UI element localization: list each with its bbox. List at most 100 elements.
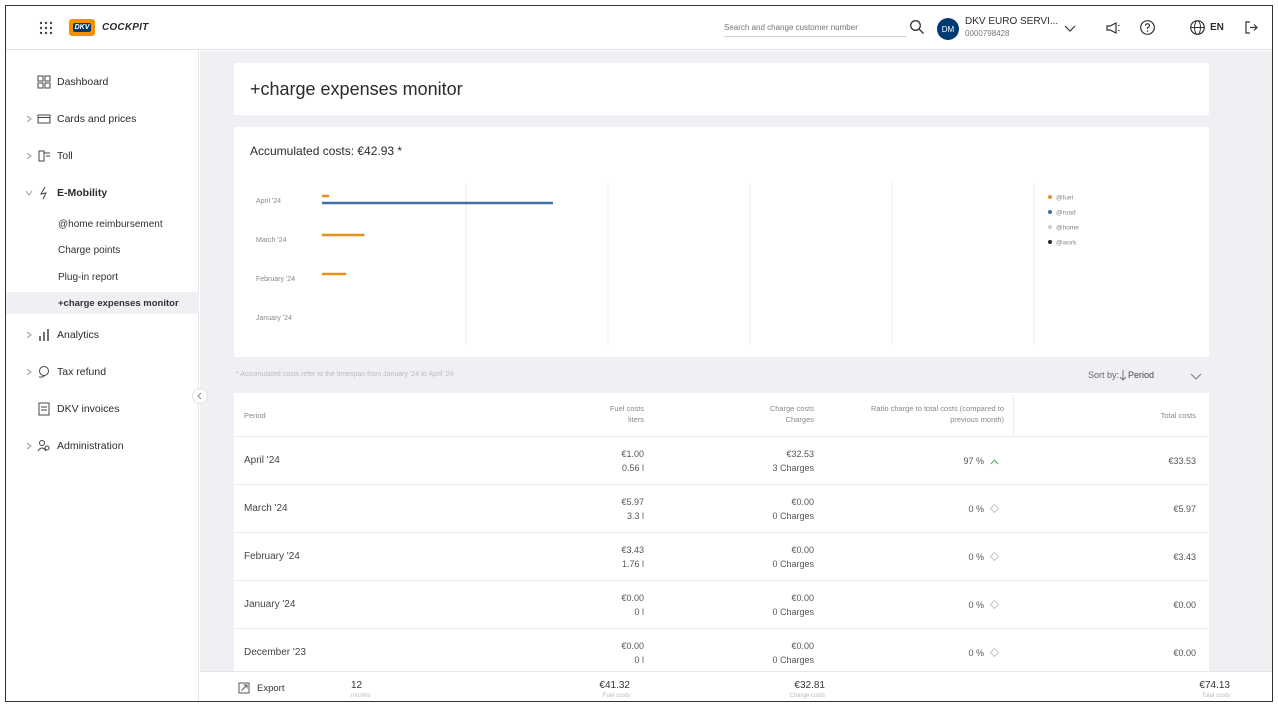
- cell-liters: 3.3 l: [626, 511, 644, 521]
- chevron-down-icon[interactable]: [1064, 22, 1076, 34]
- cell-fuel-cost: €1.00: [621, 449, 644, 459]
- cell-period: March '24: [244, 503, 288, 514]
- sidebar-subitem-charge-points[interactable]: Charge points: [6, 239, 199, 261]
- sidebar-item-label: DKV invoices: [57, 403, 120, 415]
- language-selector[interactable]: EN: [1210, 22, 1224, 33]
- column-header-period[interactable]: Period: [244, 410, 266, 421]
- cell-charge-cost: €0.00: [791, 497, 814, 507]
- column-header-fuel-label: Fuel costs: [609, 404, 644, 413]
- customer-name[interactable]: DKV EURO SERVI...: [965, 16, 1058, 27]
- legend-entry: @home: [1056, 225, 1079, 232]
- grand-total: €74.13: [1199, 680, 1230, 691]
- collapse-sidebar-button[interactable]: [192, 388, 208, 404]
- fuel-total: €41.32: [599, 680, 630, 691]
- chevron-right-icon: [26, 442, 32, 450]
- charge-total-label: Charge costs: [789, 693, 825, 699]
- dkv-logo[interactable]: DKV: [69, 19, 95, 36]
- logout-icon[interactable]: [1243, 19, 1260, 36]
- sidebar-item-label: Analytics: [57, 329, 100, 341]
- cell-fuel-cost: €0.00: [621, 641, 644, 651]
- megaphone-icon[interactable]: [1104, 19, 1121, 36]
- table-row[interactable]: February '24 €3.43 1.76 l €0.00 0 Charges 0 %…: [234, 532, 1209, 580]
- sidebar-item-label: Administration: [57, 440, 124, 452]
- tax-refund-icon: [39, 366, 49, 378]
- legend-marker: [1048, 240, 1052, 244]
- column-header-ratio-label: Ratio charge to total costs (compared to: [871, 404, 1004, 413]
- chevron-right-icon: [26, 368, 32, 376]
- invoice-icon: [38, 402, 50, 416]
- logo-text: DKV: [72, 23, 92, 32]
- column-header-total[interactable]: Total costs: [1114, 410, 1196, 421]
- globe-icon[interactable]: [1189, 19, 1206, 36]
- column-header-charge-sub: Charges: [785, 415, 814, 424]
- help-icon[interactable]: [1139, 19, 1156, 36]
- cell-liters: 0 l: [634, 655, 644, 665]
- cell-liters: 1.76 l: [621, 559, 644, 569]
- cell-liters: 0 l: [634, 607, 644, 617]
- sidebar-item-analytics[interactable]: Analytics: [6, 322, 199, 348]
- legend-entry: @fuel: [1056, 195, 1074, 202]
- column-header-fuel[interactable]: Fuel costs liters: [564, 403, 644, 425]
- sort-dropdown[interactable]: Period: [1128, 370, 1154, 380]
- cell-charge-cost: €32.53: [786, 449, 814, 459]
- column-header-charge[interactable]: Charge costs Charges: [734, 403, 814, 425]
- chevron-left-icon: [197, 392, 202, 400]
- sidebar-item-tax-refund[interactable]: Tax refund: [6, 359, 199, 385]
- sidebar-item-cards-and-prices[interactable]: Cards and prices: [6, 106, 199, 132]
- trend-neutral-icon: [990, 504, 999, 513]
- months-label: months: [351, 693, 371, 699]
- sidebar-item-administration[interactable]: Administration: [6, 433, 199, 459]
- trend-neutral-icon: [990, 552, 999, 561]
- table-row[interactable]: January '24 €0.00 0 l €0.00 0 Charges 0 % €0.0…: [234, 580, 1209, 628]
- export-icon[interactable]: [238, 682, 250, 694]
- chevron-down-icon[interactable]: [1190, 371, 1202, 381]
- cell-period: April '24: [244, 455, 280, 466]
- sidebar-subitem-plug-in-report[interactable]: Plug-in report: [6, 266, 199, 288]
- legend-marker: [1048, 225, 1052, 229]
- sidebar-item-dkv-invoices[interactable]: DKV invoices: [6, 396, 199, 422]
- trend-neutral-icon: [990, 648, 999, 657]
- export-button[interactable]: Export: [257, 683, 284, 694]
- sort-by-label: Sort by:: [1088, 370, 1120, 380]
- cell-charge-cost: €0.00: [791, 641, 814, 651]
- cell-charges: 0 Charges: [772, 511, 814, 521]
- table-row[interactable]: April '24 €1.00 0.56 l €32.53 3 Charges 97 % €…: [234, 436, 1209, 484]
- arrow-down-icon: [1119, 370, 1127, 381]
- sidebar-item-dashboard[interactable]: Dashboard: [6, 69, 199, 95]
- column-header-ratio[interactable]: Ratio charge to total costs (compared to…: [824, 403, 1004, 425]
- cell-charges: 0 Charges: [772, 559, 814, 569]
- cell-ratio: 0 %: [968, 504, 984, 514]
- chart-category-label: March '24: [256, 237, 287, 244]
- charge-total: €32.81: [794, 680, 825, 691]
- chevron-down-icon: [25, 190, 33, 196]
- sidebar-item-e-mobility[interactable]: E-Mobility: [6, 180, 199, 206]
- fuel-total-label: Fuel costs: [602, 693, 630, 699]
- customer-search-input[interactable]: [724, 19, 906, 37]
- cell-charge-cost: €0.00: [791, 593, 814, 603]
- cell-total: €0.00: [1173, 600, 1196, 610]
- sidebar-item-label: Dashboard: [57, 76, 109, 88]
- sidebar-item-toll[interactable]: Toll: [6, 143, 199, 169]
- table-row[interactable]: March '24 €5.97 3.3 l €0.00 0 Charges 0 % €5.9…: [234, 484, 1209, 532]
- search-icon[interactable]: [909, 19, 925, 35]
- cell-charges: 0 Charges: [772, 655, 814, 665]
- months-count: 12: [351, 680, 363, 691]
- legend-marker: [1048, 210, 1052, 214]
- cell-total: €5.97: [1173, 504, 1196, 514]
- card-icon: [37, 114, 51, 124]
- apps-grid-icon[interactable]: [38, 20, 54, 36]
- cell-period: December '23: [244, 647, 306, 658]
- legend-entry: @work: [1056, 240, 1077, 247]
- column-header-fuel-sub: liters: [628, 415, 644, 424]
- cell-charges: 3 Charges: [772, 463, 814, 473]
- lightning-icon: [40, 186, 47, 200]
- sidebar-subitem-home-reimbursement[interactable]: @home reimbursement: [6, 213, 199, 235]
- sidebar-item-label: Tax refund: [57, 366, 107, 378]
- sidebar-subitem-charge-expenses-monitor[interactable]: +charge expenses monitor: [6, 292, 199, 314]
- avatar[interactable]: DM: [937, 18, 959, 40]
- chart-category-label: February '24: [256, 276, 295, 283]
- cell-charges: 0 Charges: [772, 607, 814, 617]
- sidebar-item-label: Toll: [57, 150, 73, 162]
- table-row[interactable]: December '23 €0.00 0 l €0.00 0 Charges 0 % €0.…: [234, 628, 1209, 673]
- customer-number: 0000798428: [965, 29, 1010, 38]
